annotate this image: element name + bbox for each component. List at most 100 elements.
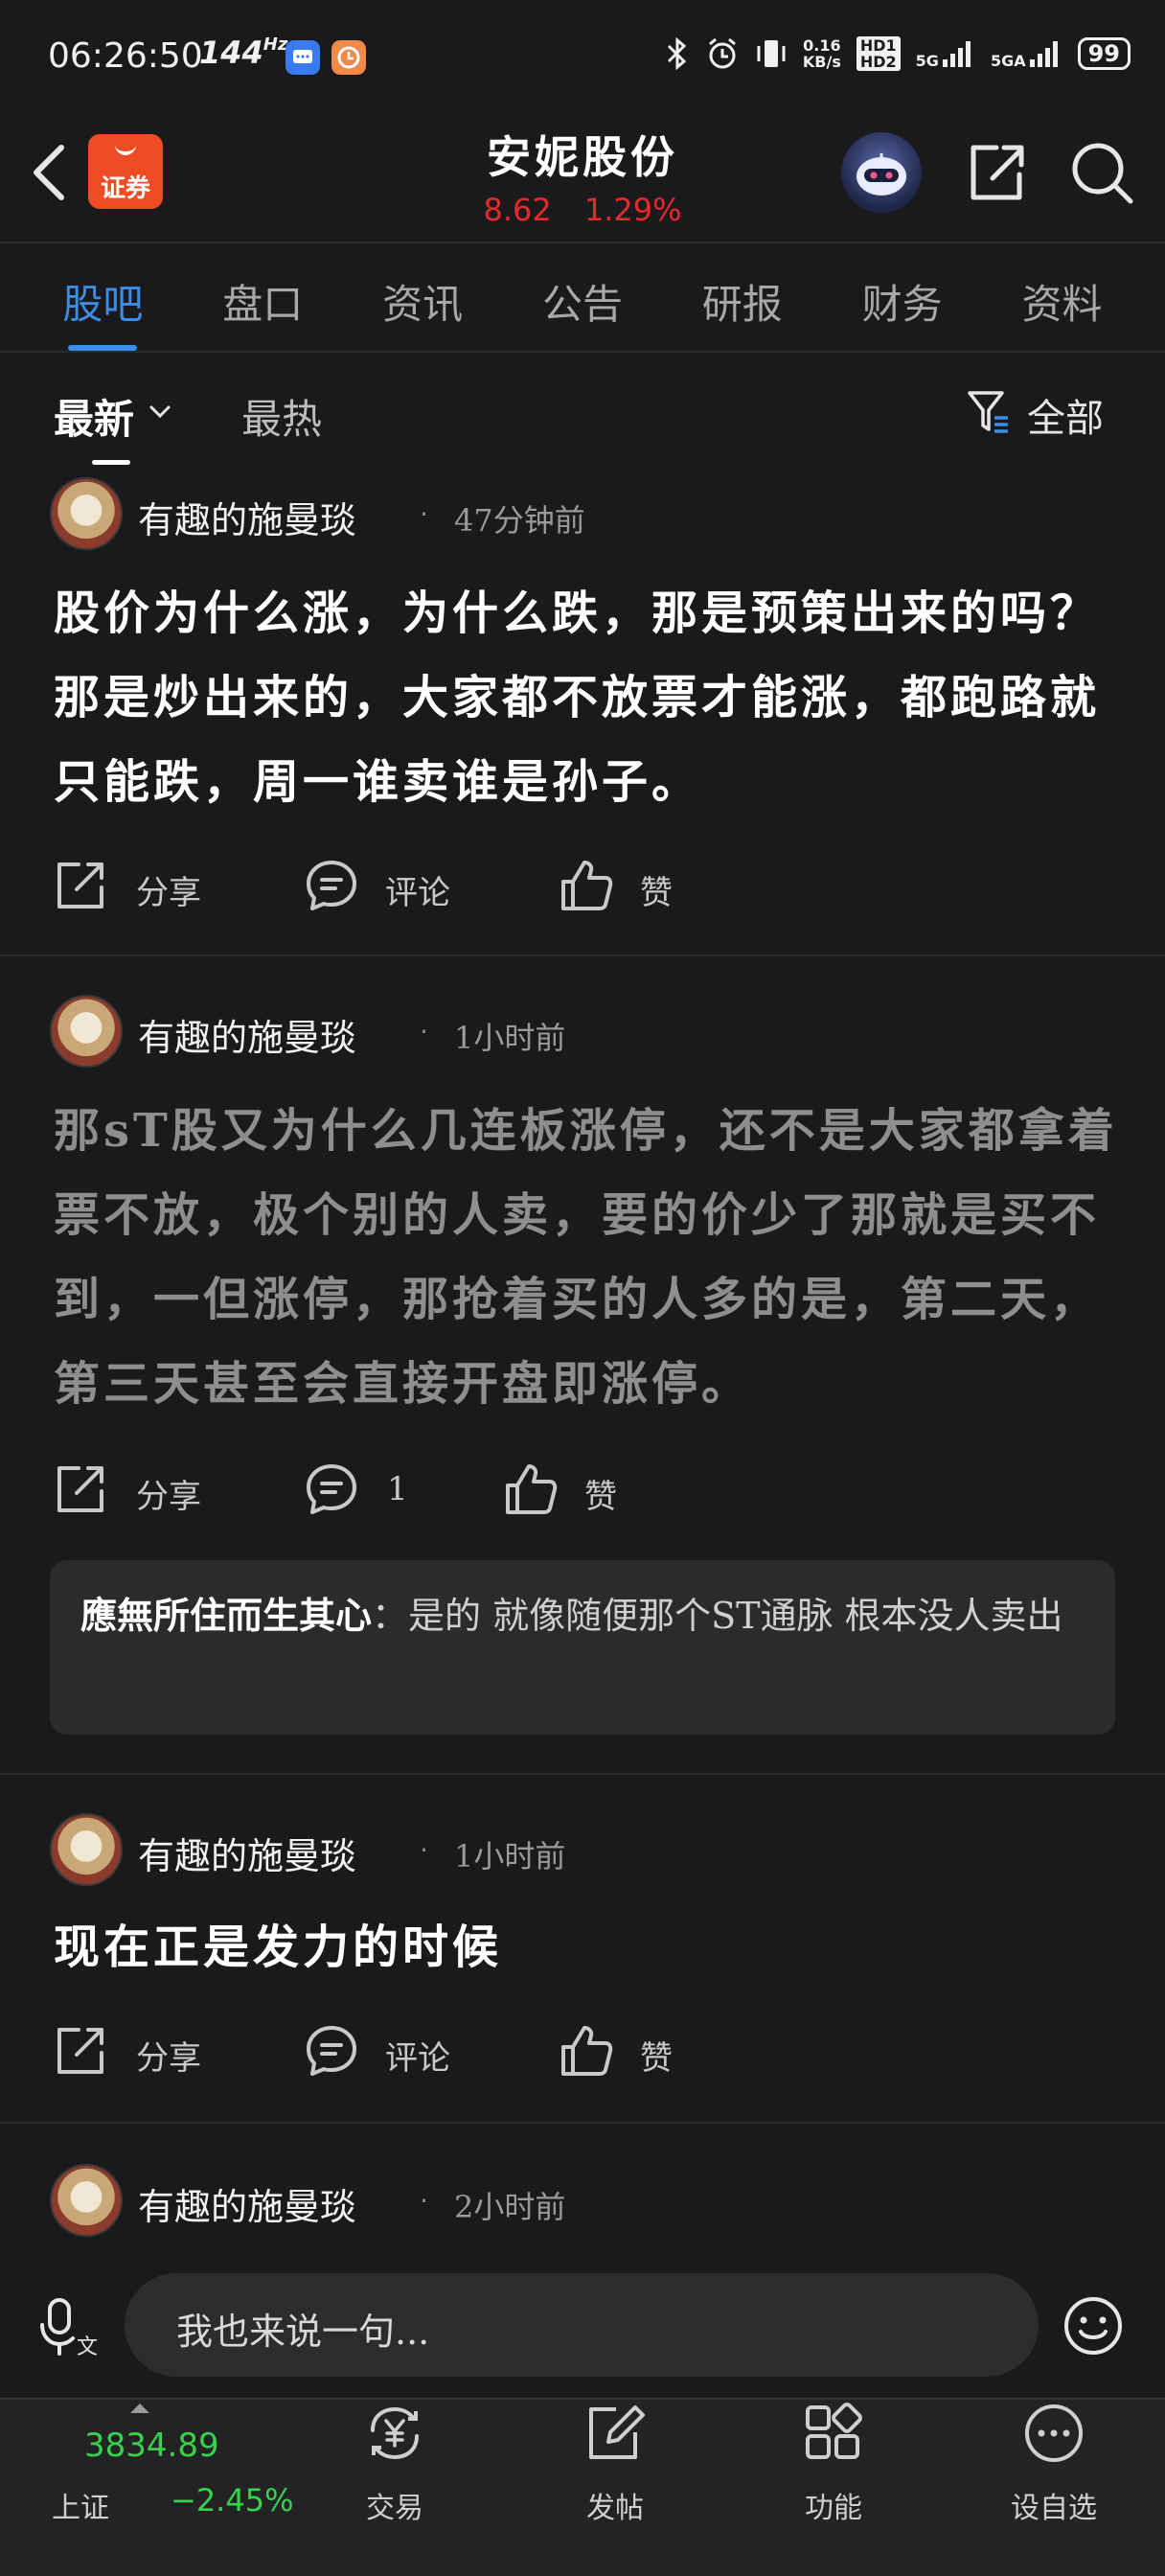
reply-author[interactable]: 應無所住而生其心 bbox=[80, 1594, 372, 1637]
like-button-label[interactable]: 赞 bbox=[640, 2032, 673, 2079]
post-divider bbox=[0, 1773, 1165, 1775]
signal-2-icon: 5GA bbox=[991, 38, 1062, 69]
stock-name: 安妮股份 bbox=[487, 131, 678, 183]
index-value[interactable]: 3834.89 bbox=[84, 2426, 219, 2465]
tab-announcements[interactable]: 公告 bbox=[542, 259, 623, 351]
stock-change: 1.29% bbox=[583, 192, 682, 228]
post-author[interactable]: 有趣的施曼琰 bbox=[138, 491, 356, 543]
index-name[interactable]: 上证 bbox=[52, 2484, 109, 2526]
battery-indicator: 99 bbox=[1077, 37, 1131, 70]
filter-all-button[interactable]: 全部 bbox=[1027, 387, 1104, 443]
emoji-icon[interactable] bbox=[1062, 2294, 1125, 2358]
comment-button-label[interactable]: 评论 bbox=[385, 866, 450, 913]
signal-1-icon: 5G bbox=[916, 38, 975, 69]
status-bar: 06:26:50 144Hz 0.16 KB/s HD1 HD2 5G 5GA 99 bbox=[0, 0, 1165, 115]
voice-to-text-icon[interactable]: 文 bbox=[38, 2294, 102, 2358]
logo-mark-icon bbox=[115, 142, 136, 155]
share-icon[interactable] bbox=[52, 2022, 109, 2080]
like-button-label[interactable]: 赞 bbox=[584, 1470, 617, 1517]
like-button-label[interactable]: 赞 bbox=[640, 866, 673, 913]
nav-post-label: 发帖 bbox=[586, 2492, 644, 2525]
post-time: 1小时前 bbox=[454, 1838, 566, 1874]
post-time: 47分钟前 bbox=[454, 502, 585, 539]
comment-icon[interactable] bbox=[303, 1460, 360, 1518]
filter-icon[interactable] bbox=[966, 387, 1010, 435]
status-time: 06:26:50 bbox=[48, 36, 203, 76]
post-author[interactable]: 有趣的施曼琰 bbox=[138, 2177, 356, 2230]
tab-profile[interactable]: 资料 bbox=[1021, 259, 1102, 351]
post-content[interactable]: 股价为什么涨，为什么跌，那是预策出来的吗？那是炒出来的，大家都不放票才能涨，都跑… bbox=[54, 571, 1127, 824]
nav-post[interactable]: 发帖 bbox=[538, 2402, 692, 2526]
ai-assistant-button[interactable] bbox=[841, 132, 922, 213]
post-content[interactable]: 现在正是发力的时候 bbox=[54, 1905, 1127, 1990]
separator-dot: · bbox=[420, 1834, 428, 1866]
nav-watchlist[interactable]: 设自选 bbox=[977, 2402, 1131, 2526]
share-icon[interactable] bbox=[52, 857, 109, 914]
brand-logo[interactable]: 证券 bbox=[88, 134, 163, 209]
avatar[interactable] bbox=[50, 1813, 123, 1886]
avatar[interactable] bbox=[50, 2164, 123, 2237]
separator-dot: · bbox=[420, 2185, 428, 2217]
thumbs-up-icon[interactable] bbox=[502, 1460, 560, 1518]
sort-latest-button[interactable]: 最新 bbox=[54, 387, 134, 446]
comment-button-label[interactable]: 评论 bbox=[385, 2032, 450, 2079]
reply-text: ：是的 就像随便那个ST通脉 根本没人卖出 bbox=[372, 1595, 1063, 1637]
stock-quote: 8.62 1.29% bbox=[343, 192, 822, 228]
comment-icon[interactable] bbox=[303, 2022, 360, 2080]
robot-icon bbox=[857, 153, 906, 196]
caret-up-icon bbox=[130, 2404, 149, 2413]
nav-functions-label: 功能 bbox=[805, 2492, 862, 2525]
post-time: 1小时前 bbox=[454, 1020, 566, 1056]
svg-text:文: 文 bbox=[77, 2335, 98, 2358]
nav-functions[interactable]: 功能 bbox=[757, 2402, 910, 2526]
share-button[interactable] bbox=[958, 134, 1035, 211]
post-author[interactable]: 有趣的施曼琰 bbox=[138, 1008, 356, 1061]
post-divider bbox=[0, 2122, 1165, 2124]
index-change[interactable]: −2.45% bbox=[171, 2482, 293, 2518]
vibrate-icon bbox=[757, 40, 786, 67]
sort-active-indicator bbox=[92, 460, 130, 465]
alarm-icon bbox=[708, 37, 736, 69]
tab-bar: 股吧 盘口 资讯 公告 研报 财务 资料 bbox=[0, 259, 1165, 351]
bluetooth-icon bbox=[667, 36, 687, 71]
tab-pankou[interactable]: 盘口 bbox=[222, 259, 303, 351]
comment-icon[interactable] bbox=[303, 857, 360, 914]
nav-trade[interactable]: 交易 bbox=[318, 2402, 471, 2526]
share-icon[interactable] bbox=[52, 1460, 109, 1518]
sort-hot-button[interactable]: 最热 bbox=[241, 387, 322, 446]
search-button[interactable] bbox=[1063, 134, 1140, 211]
tabs-divider bbox=[0, 351, 1165, 353]
post-author[interactable]: 有趣的施曼琰 bbox=[138, 1827, 356, 1879]
separator-dot: · bbox=[420, 498, 428, 530]
avatar[interactable] bbox=[50, 995, 123, 1068]
nav-trade-label: 交易 bbox=[366, 2492, 423, 2525]
tab-guba[interactable]: 股吧 bbox=[62, 259, 143, 351]
comment-count[interactable]: 1 bbox=[387, 1470, 408, 1508]
refresh-rate: 144Hz bbox=[199, 34, 288, 71]
thumbs-up-icon[interactable] bbox=[558, 2022, 615, 2080]
yuan-exchange-icon bbox=[371, 2406, 419, 2460]
message-app-icon bbox=[286, 40, 320, 75]
tab-news[interactable]: 资讯 bbox=[382, 259, 463, 351]
share-button-label[interactable]: 分享 bbox=[136, 2032, 201, 2079]
chevron-down-icon[interactable] bbox=[146, 397, 174, 426]
tab-finance[interactable]: 财务 bbox=[862, 259, 943, 351]
avatar[interactable] bbox=[50, 477, 123, 550]
share-button-label[interactable]: 分享 bbox=[136, 866, 201, 913]
nav-watchlist-label: 设自选 bbox=[1011, 2492, 1097, 2525]
status-indicators: 0.16 KB/s HD1 HD2 5G 5GA 99 bbox=[665, 36, 1131, 71]
comment-input[interactable]: 我也来说一句... bbox=[125, 2273, 1039, 2377]
post-content[interactable]: 那sT股又为什么几连板涨停，还不是大家都拿着票不放，极个别的人卖，要的价少了那就… bbox=[54, 1089, 1127, 1426]
hd-indicator: HD1 HD2 bbox=[856, 36, 901, 71]
post-divider bbox=[0, 954, 1165, 956]
brand-logo-text: 证券 bbox=[100, 174, 150, 203]
grid-icon bbox=[806, 2403, 862, 2459]
network-speed: 0.16 KB/s bbox=[802, 36, 841, 71]
more-icon bbox=[1025, 2404, 1083, 2462]
share-button-label[interactable]: 分享 bbox=[136, 1470, 201, 1517]
back-button[interactable] bbox=[25, 134, 73, 211]
tab-research[interactable]: 研报 bbox=[702, 259, 783, 351]
thumbs-up-icon[interactable] bbox=[558, 857, 615, 914]
reply-preview[interactable]: 應無所住而生其心：是的 就像随便那个ST通脉 根本没人卖出 bbox=[50, 1560, 1115, 1735]
clock-app-icon bbox=[331, 40, 366, 75]
